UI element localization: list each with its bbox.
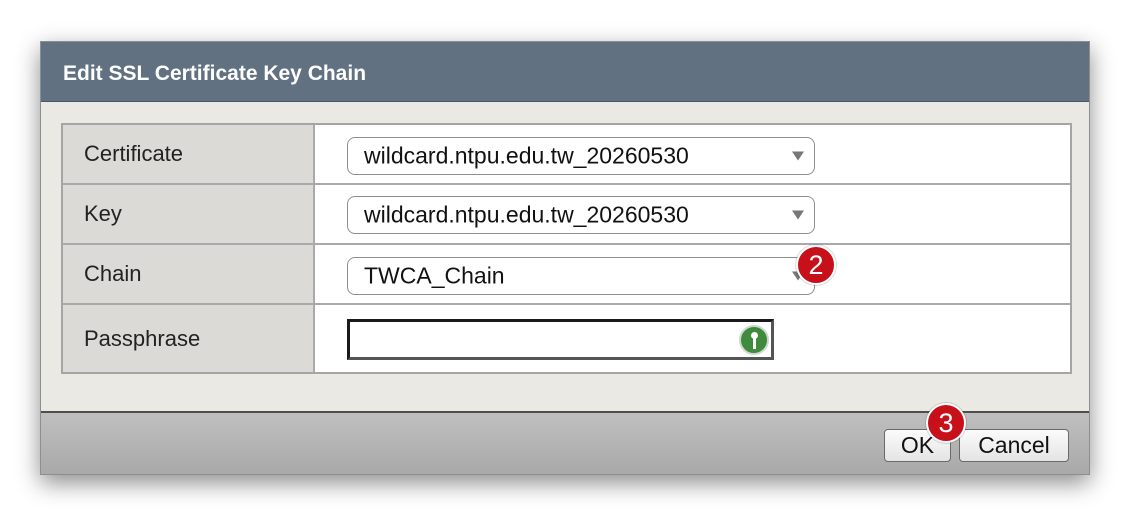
step-badge-2: 2	[796, 245, 836, 285]
key-icon[interactable]	[739, 325, 769, 355]
chevron-down-icon	[792, 151, 804, 161]
certificate-select[interactable]: wildcard.ntpu.edu.tw_20260530	[347, 137, 815, 175]
dialog-titlebar: Edit SSL Certificate Key Chain	[41, 42, 1089, 102]
key-select[interactable]: wildcard.ntpu.edu.tw_20260530	[347, 196, 815, 234]
chain-label: Chain	[84, 261, 142, 286]
dialog-title: Edit SSL Certificate Key Chain	[63, 62, 367, 85]
chain-select-value: TWCA_Chain	[364, 262, 505, 289]
key-select-value: wildcard.ntpu.edu.tw_20260530	[364, 201, 689, 228]
form-row-chain: Chain TWCA_Chain	[63, 245, 1070, 305]
form-row-certificate: Certificate wildcard.ntpu.edu.tw_2026053…	[63, 125, 1070, 185]
chevron-down-icon	[792, 210, 804, 220]
step-badge-3: 3	[926, 403, 966, 443]
certificate-select-value: wildcard.ntpu.edu.tw_20260530	[364, 142, 689, 169]
key-label: Key	[84, 201, 122, 226]
passphrase-label: Passphrase	[84, 325, 201, 351]
label-cell-key: Key	[63, 185, 315, 243]
label-cell-passphrase: Passphrase	[63, 305, 315, 372]
form-row-key: Key wildcard.ntpu.edu.tw_20260530	[63, 185, 1070, 245]
label-cell-chain: Chain	[63, 245, 315, 303]
form-row-passphrase: Passphrase	[63, 305, 1070, 372]
certificate-label: Certificate	[84, 141, 184, 166]
label-cell-certificate: Certificate	[63, 125, 315, 183]
cancel-button[interactable]: Cancel	[959, 429, 1069, 462]
passphrase-input[interactable]	[347, 319, 774, 360]
key-chain-form: Certificate wildcard.ntpu.edu.tw_2026053…	[61, 123, 1072, 374]
chain-select[interactable]: TWCA_Chain	[347, 257, 815, 295]
